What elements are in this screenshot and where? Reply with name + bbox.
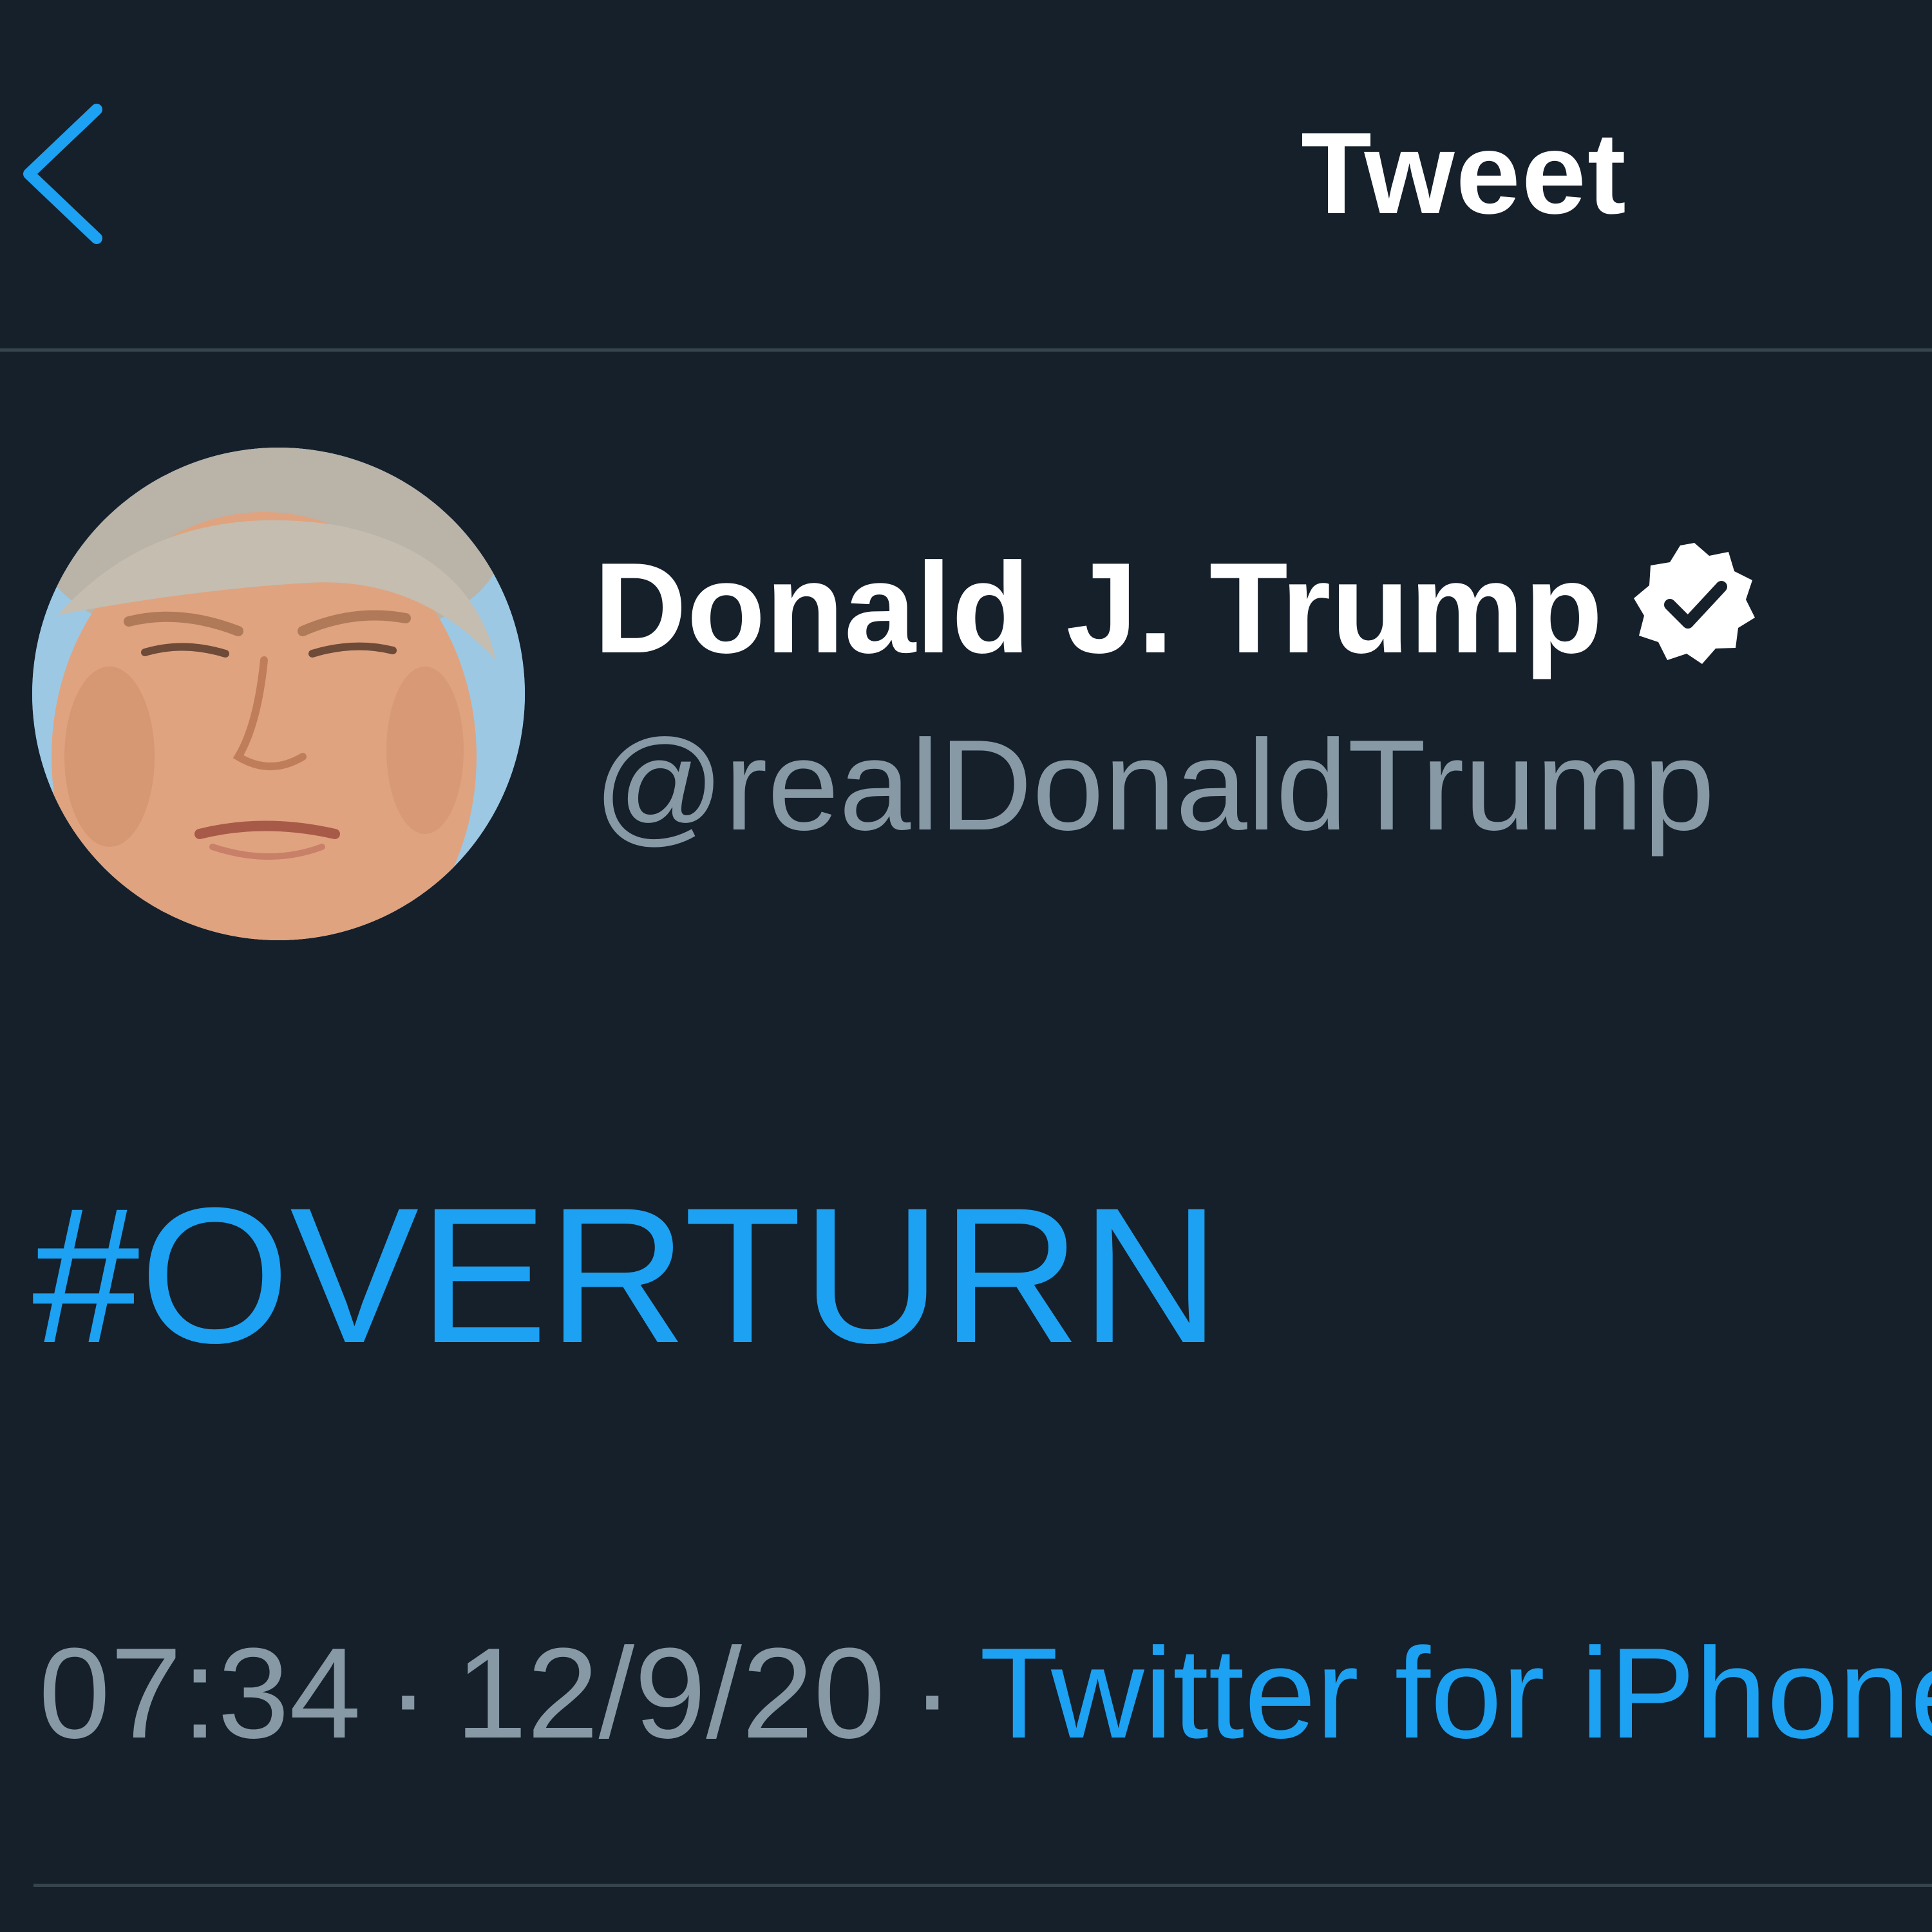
avatar[interactable] <box>32 448 525 940</box>
hashtag-link[interactable]: #OVERTURN <box>32 1166 1220 1385</box>
display-name: Donald J. Trump <box>594 536 1603 680</box>
tweet-time: 07:34 <box>39 1622 361 1765</box>
tweet-detail-screen: Tweet Donald J. Trump @realDonaldTrump #… <box>0 0 1932 1932</box>
author-name-row[interactable]: Donald J. Trump <box>594 531 1759 686</box>
tweet-source-link[interactable]: Twitter for iPhone <box>980 1622 1932 1765</box>
header-divider <box>0 348 1932 352</box>
top-navigation-bar: Tweet <box>0 0 1932 350</box>
tweet-date: 12/9/20 <box>455 1622 886 1765</box>
profile-photo <box>32 448 525 940</box>
meta-separator: · <box>911 1622 954 1765</box>
back-button[interactable] <box>13 97 109 251</box>
tweet-metadata: 07:34 · 12/9/20 · Twitter for iPhone <box>39 1616 1932 1771</box>
user-handle[interactable]: @realDonaldTrump <box>594 708 1715 863</box>
verified-badge-icon <box>1630 538 1759 667</box>
chevron-left-icon <box>23 104 102 244</box>
page-title: Tweet <box>1301 109 1627 238</box>
tweet-divider <box>33 1884 1932 1887</box>
meta-separator: · <box>386 1622 430 1765</box>
